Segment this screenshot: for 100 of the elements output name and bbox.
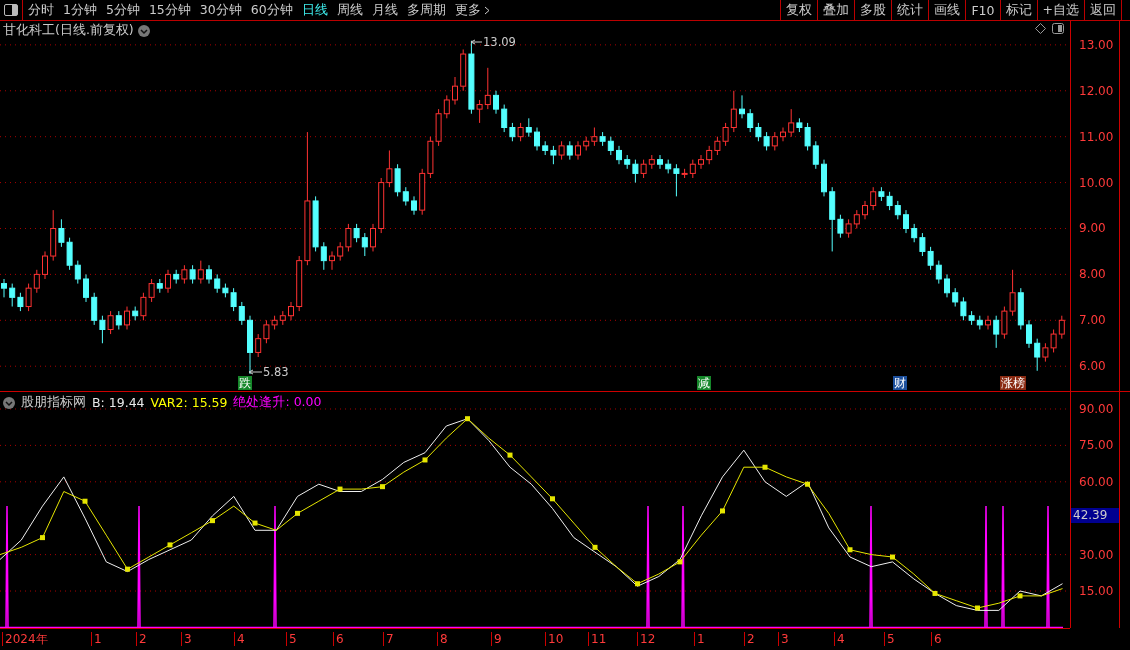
candle (124, 306, 130, 330)
indicator-value: 绝处逢升: 0.00 (233, 394, 322, 411)
point (125, 566, 130, 572)
candle (247, 315, 253, 375)
candle (575, 140, 581, 161)
point (847, 547, 853, 553)
time-axis-label: 3 (181, 632, 192, 646)
point (932, 590, 938, 596)
candle (534, 127, 540, 151)
point (40, 535, 45, 541)
dropdown-icon[interactable] (137, 24, 150, 37)
chevron-icon (483, 5, 490, 15)
price-axis-label: 9.00 (1079, 221, 1106, 236)
point (295, 510, 300, 516)
candle (616, 145, 622, 165)
time-axis-label: 11 (588, 632, 607, 646)
price-axis-label: 11.00 (1079, 129, 1114, 144)
price-axis-label: 13.00 (1079, 37, 1114, 52)
time-axis-label: 1 (91, 632, 102, 646)
candle (698, 154, 704, 170)
time-axis-label: 5 (286, 632, 297, 646)
time-axis-label: 6 (931, 632, 942, 646)
period-tab[interactable]: 多周期 (406, 1, 446, 19)
period-tab[interactable]: 周线 (336, 1, 363, 19)
time-axis-label: 8 (437, 632, 448, 646)
candle (42, 250, 48, 280)
event-tag[interactable]: 跌 (238, 376, 252, 390)
candle (1026, 319, 1032, 349)
candle (165, 269, 171, 294)
point (890, 554, 895, 560)
point (422, 457, 428, 463)
low-price-label: 5.83 (263, 366, 289, 379)
candle (452, 76, 458, 106)
point (82, 498, 88, 504)
point (635, 581, 640, 587)
candle (862, 200, 868, 220)
period-tab[interactable]: 30分钟 (199, 1, 242, 19)
indicator-value: B: 19.44 (92, 395, 145, 410)
point (805, 481, 810, 487)
indicator-axis-label: 15.00 (1079, 584, 1114, 598)
candle (739, 94, 745, 119)
point (550, 496, 555, 502)
price-axis-label: 7.00 (1079, 313, 1106, 328)
price-axis-label: 8.00 (1079, 267, 1106, 282)
time-axis-label: 4 (234, 632, 245, 646)
price-axis-label: 6.00 (1079, 359, 1106, 374)
toolbar-button[interactable]: +自选 (1036, 0, 1084, 20)
candle (780, 127, 786, 142)
time-axis-label: 2 (744, 632, 755, 646)
panel-icon[interactable] (1052, 23, 1064, 34)
high-price-label: 13.09 (483, 36, 516, 49)
indicator-name: 股朋指标网 (21, 394, 86, 411)
time-axis-label: 12 (637, 632, 656, 646)
time-axis-label: 1 (694, 632, 705, 646)
indicator-axis-label: 90.00 (1079, 402, 1114, 416)
event-tag[interactable]: 涨榜 (1000, 376, 1026, 390)
period-tab[interactable]: 5分钟 (105, 1, 140, 19)
price-axis-label: 12.00 (1079, 83, 1114, 98)
time-axis-label: 9 (491, 632, 502, 646)
point (252, 520, 258, 526)
event-tag[interactable]: 财 (893, 376, 907, 390)
period-tab[interactable]: 日线 (301, 1, 328, 19)
toolbar-button[interactable]: 复权 (780, 0, 818, 20)
diamond-icon[interactable] (1035, 23, 1046, 34)
time-axis-label: 7 (383, 632, 394, 646)
indicator-axis-label: 60.00 (1079, 474, 1114, 489)
indicator-axis-label: 30.00 (1079, 547, 1114, 562)
period-tab[interactable]: 月线 (371, 1, 398, 19)
point (592, 544, 598, 550)
toolbar-button[interactable]: F10 (965, 0, 1000, 20)
candle (944, 273, 950, 298)
point (167, 542, 173, 548)
period-tab[interactable]: 60分钟 (250, 1, 293, 19)
toolbar-button[interactable]: 画线 (928, 0, 966, 20)
point (337, 486, 343, 492)
candle (493, 90, 499, 115)
price-axis-label: 10.00 (1079, 175, 1114, 190)
candle (821, 159, 827, 197)
toolbar-button[interactable]: 返回 (1084, 0, 1121, 20)
dropdown-icon[interactable] (3, 396, 15, 409)
point (210, 518, 215, 524)
period-tab[interactable]: 1分钟 (63, 1, 97, 19)
candle (903, 209, 909, 234)
point (465, 416, 470, 422)
time-axis-label: 2024年 (2, 632, 48, 646)
point (720, 508, 725, 514)
current-value-label: 42.39 (1071, 508, 1119, 523)
period-tab[interactable]: 分时 (28, 1, 54, 19)
time-axis-label: 6 (333, 632, 344, 646)
candle (985, 315, 991, 330)
period-tab[interactable]: 更多 (454, 1, 490, 19)
event-tag[interactable]: 减 (697, 376, 711, 390)
toolbar-button[interactable]: 统计 (891, 0, 929, 20)
indicator-axis-label: 75.00 (1079, 438, 1114, 453)
period-tab[interactable]: 15分钟 (148, 1, 191, 19)
toolbar-button[interactable]: 叠加 (817, 0, 855, 20)
toolbar-button[interactable]: 标记 (999, 0, 1037, 20)
indicator-value: VAR2: 15.59 (150, 395, 228, 410)
leader-line (248, 369, 263, 375)
toolbar-button[interactable]: 多股 (854, 0, 892, 20)
